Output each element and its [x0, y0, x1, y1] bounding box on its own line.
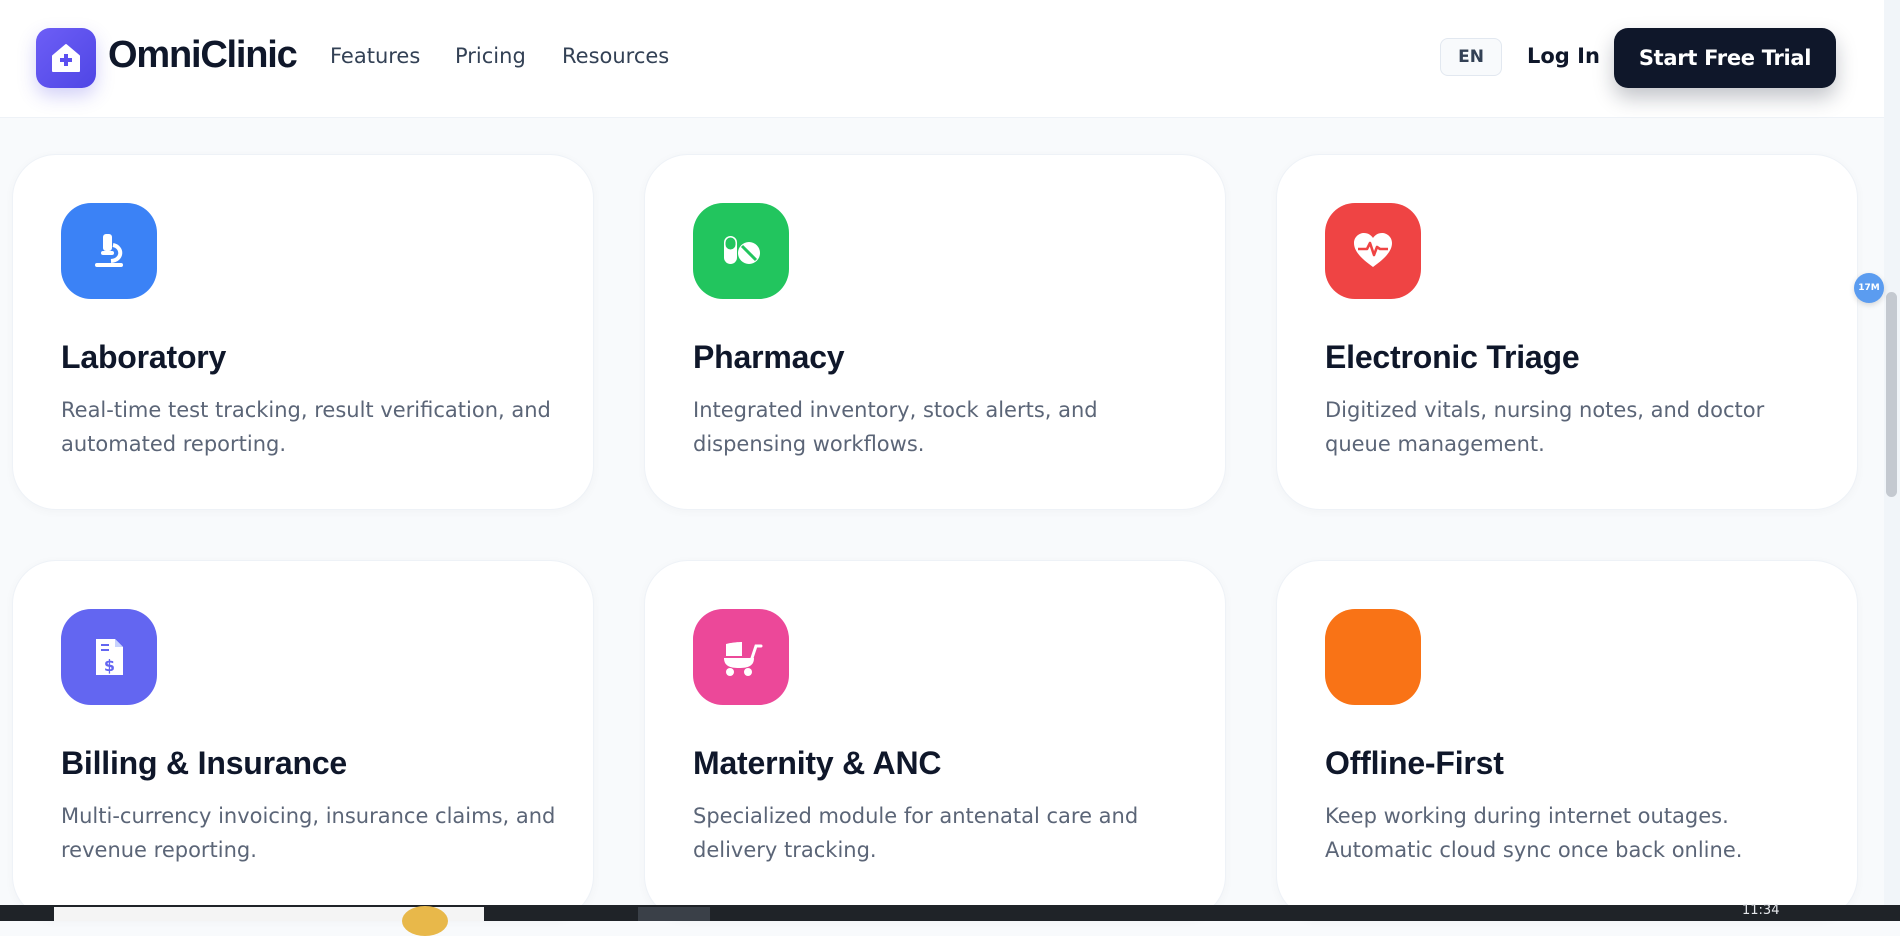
feature-description: Digitized vitals, nursing notes, and doc… [1325, 398, 1765, 456]
login-link[interactable]: Log In [1527, 44, 1600, 68]
nav-pricing-link[interactable]: Pricing [455, 44, 526, 68]
feature-icon-box [693, 203, 789, 299]
feature-card-maternity-anc: Maternity & ANC Specialized module for a… [644, 560, 1226, 920]
feature-card-electronic-triage: Electronic Triage Digitized vitals, nurs… [1276, 154, 1858, 510]
feature-description: Specialized module for antenatal care an… [693, 804, 1139, 862]
nav-resources-link[interactable]: Resources [562, 44, 669, 68]
brand-name[interactable]: OmniClinic [108, 34, 298, 77]
feature-description: Real-time test tracking, result verifica… [61, 398, 551, 456]
feature-icon-box [1325, 203, 1421, 299]
feature-icon-box [1325, 609, 1421, 705]
clinic-home-icon [52, 44, 80, 72]
start-free-trial-button[interactable]: Start Free Trial [1614, 28, 1836, 88]
feature-title: Laboratory [61, 339, 227, 375]
invoice-dollar-icon: $ [96, 639, 123, 675]
feature-icon-box [61, 203, 157, 299]
feature-description: Keep working during internet outages. Au… [1325, 804, 1743, 862]
pills-icon [724, 236, 760, 264]
baby-carriage-icon [724, 642, 763, 676]
feature-card-offline-first: Offline-First Keep working during intern… [1276, 560, 1858, 920]
taskbar-app-icon[interactable] [402, 906, 448, 936]
floating-extension-badge[interactable]: 17M [1854, 273, 1884, 303]
microscope-icon [95, 234, 123, 267]
scrollbar-thumb[interactable] [1886, 292, 1897, 497]
feature-description: Multi-currency invoicing, insurance clai… [61, 804, 556, 862]
feature-icon-box [693, 609, 789, 705]
taskbar-active-app[interactable] [638, 907, 710, 921]
feature-icon-box: $ [61, 609, 157, 705]
feature-card-pharmacy: Pharmacy Integrated inventory, stock ale… [644, 154, 1226, 510]
heart-pulse-icon [1354, 233, 1392, 267]
feature-card-laboratory: Laboratory Real-time test tracking, resu… [12, 154, 594, 510]
feature-card-billing-insurance: $ Billing & Insurance Multi-currency inv… [12, 560, 594, 920]
feature-title: Billing & Insurance [61, 745, 348, 781]
taskbar-clock: 11:34 [1742, 903, 1780, 918]
language-selector[interactable]: EN [1440, 38, 1502, 76]
nav-features-link[interactable]: Features [330, 44, 420, 68]
svg-text:$: $ [104, 656, 115, 675]
logo[interactable] [36, 28, 96, 88]
feature-title: Electronic Triage [1325, 339, 1580, 375]
feature-title: Offline-First [1325, 745, 1504, 781]
feature-title: Maternity & ANC [693, 745, 942, 781]
top-navbar: OmniClinic Features Pricing Resources EN… [0, 0, 1884, 118]
feature-title: Pharmacy [693, 339, 845, 375]
feature-description: Integrated inventory, stock alerts, and … [693, 398, 1098, 456]
